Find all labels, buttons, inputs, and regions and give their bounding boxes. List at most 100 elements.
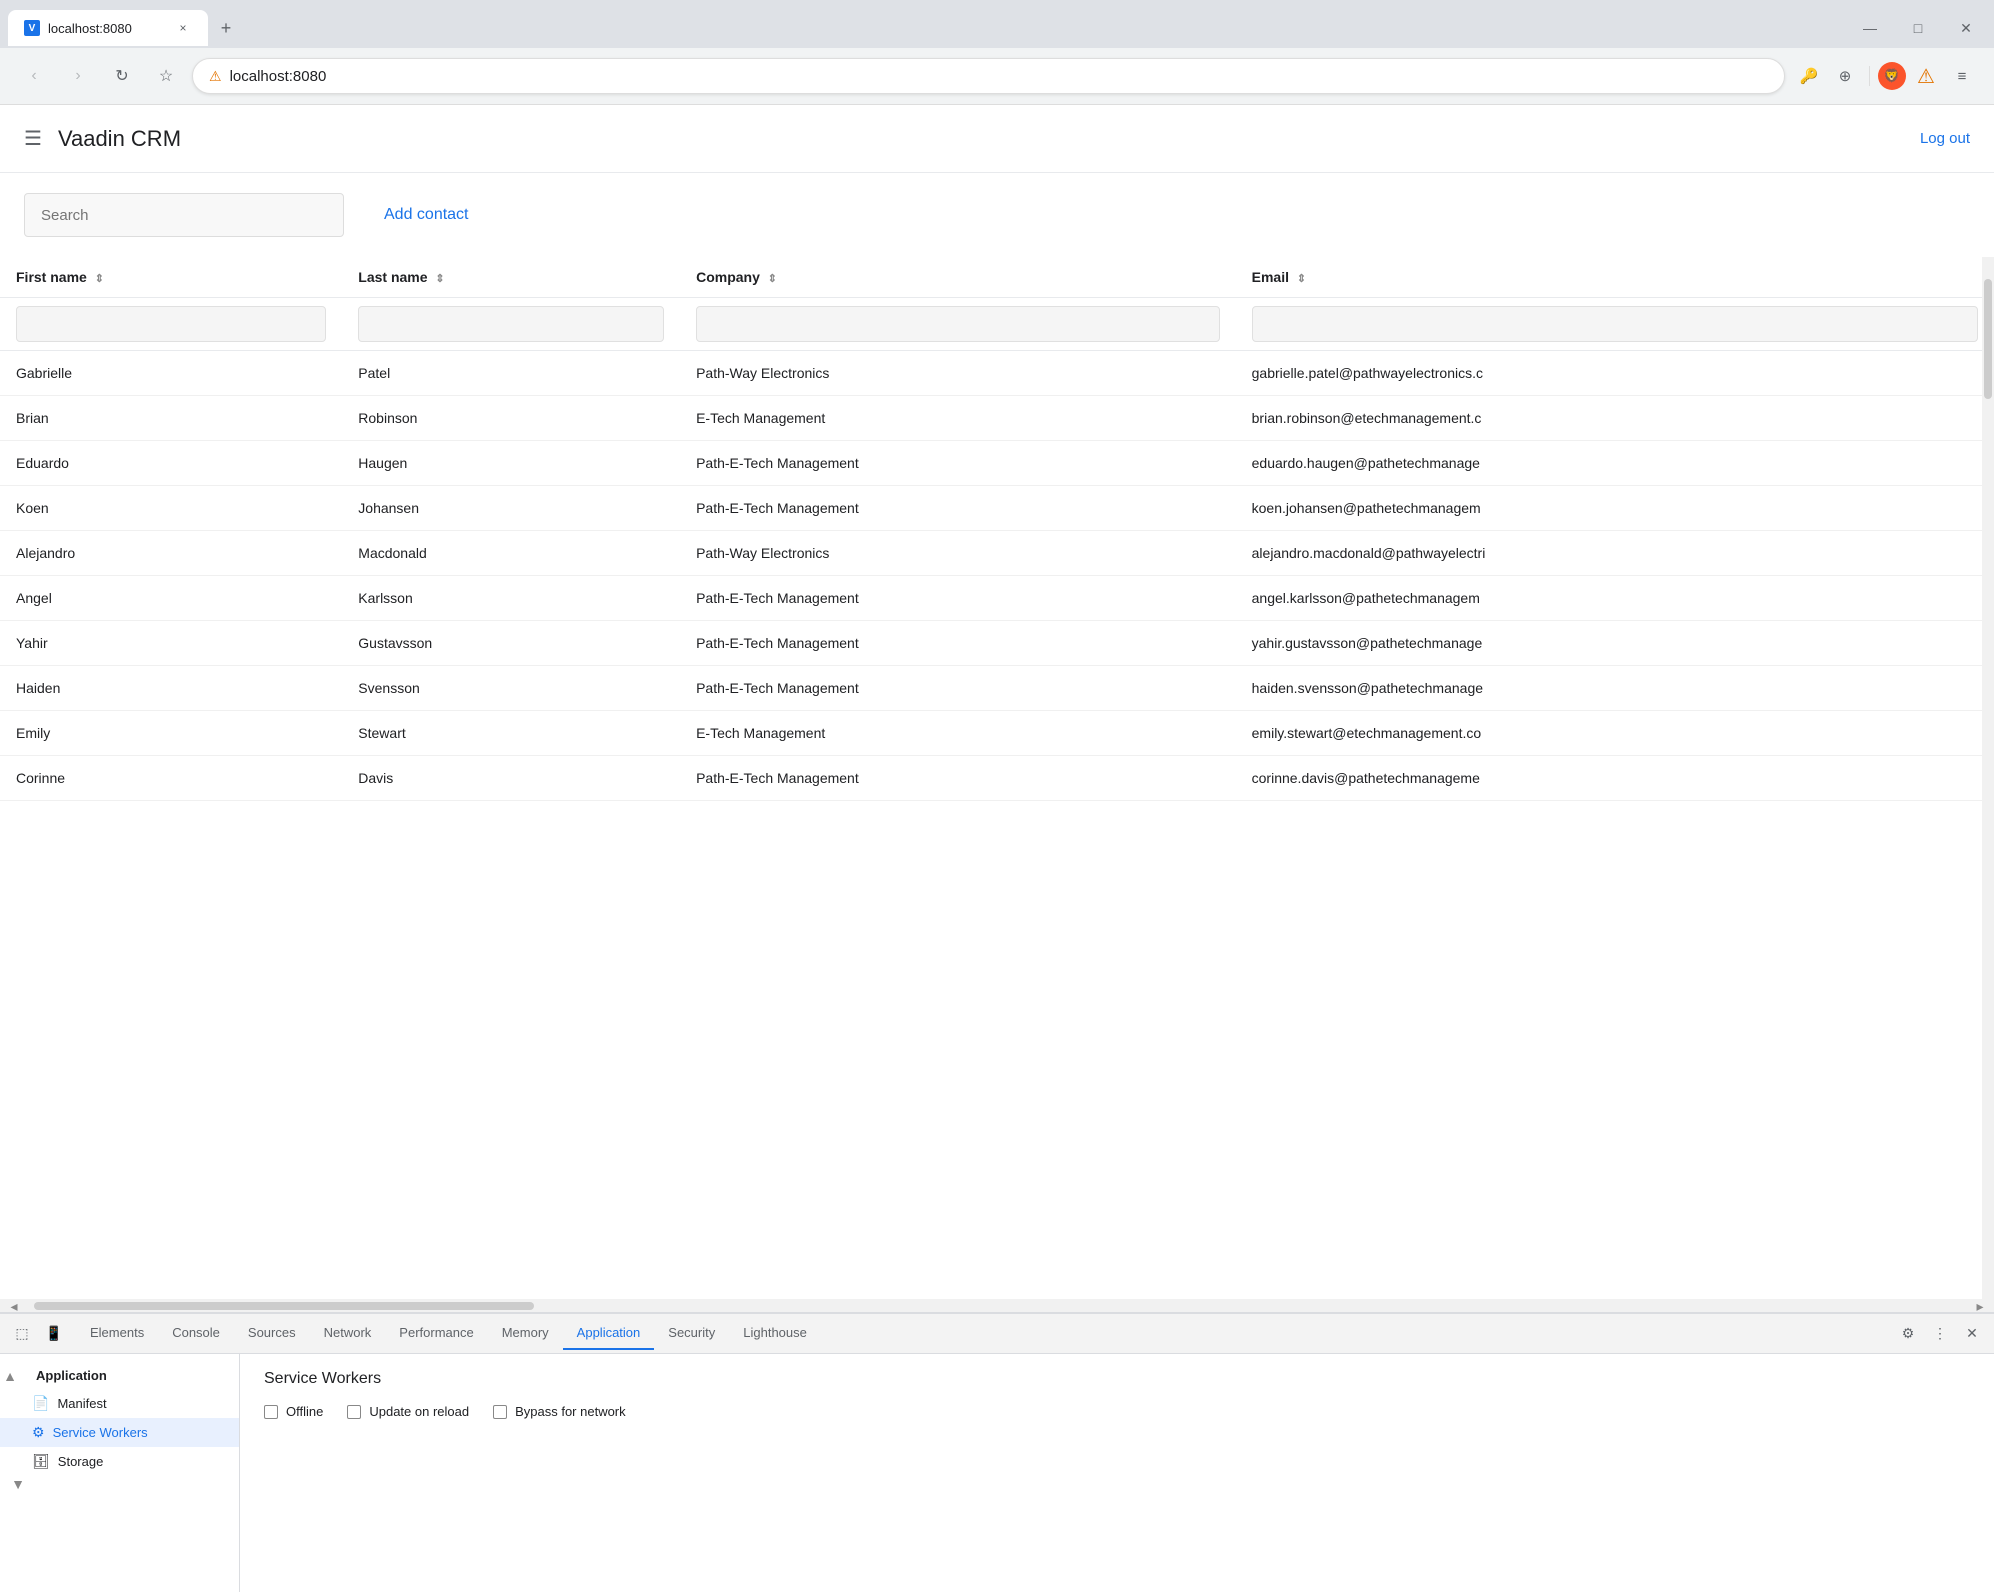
cell-email: eduardo.haugen@pathetechmanage bbox=[1236, 441, 1994, 486]
maximize-button[interactable]: □ bbox=[1898, 8, 1938, 48]
table-filter-row bbox=[0, 298, 1994, 351]
cell-first: Alejandro bbox=[0, 531, 342, 576]
sw-label-update-on-reload: Update on reload bbox=[369, 1404, 469, 1419]
devtools-inspect-icon[interactable]: ⬚ bbox=[8, 1320, 36, 1348]
back-button[interactable]: ‹ bbox=[16, 58, 52, 94]
devtools-tab-performance[interactable]: Performance bbox=[385, 1317, 487, 1350]
sidebar-item-service-workers[interactable]: ⚙Service Workers bbox=[0, 1418, 239, 1447]
cell-first: Corinne bbox=[0, 756, 342, 801]
table-row[interactable]: BrianRobinsonE-Tech Managementbrian.robi… bbox=[0, 396, 1994, 441]
devtools-tab-memory[interactable]: Memory bbox=[488, 1317, 563, 1350]
sw-label-offline: Offline bbox=[286, 1404, 323, 1419]
company-filter[interactable] bbox=[696, 306, 1220, 342]
cell-company: Path-E-Tech Management bbox=[680, 621, 1236, 666]
cell-email: haiden.svensson@pathetechmanage bbox=[1236, 666, 1994, 711]
sidebar-items: 📄Manifest⚙Service Workers🗄Storage bbox=[0, 1389, 239, 1476]
scroll-right-button[interactable]: ▸ bbox=[1970, 1299, 1990, 1313]
table-row[interactable]: HaidenSvenssonPath-E-Tech Managementhaid… bbox=[0, 666, 1994, 711]
table-row[interactable]: EmilyStewartE-Tech Managementemily.stewa… bbox=[0, 711, 1994, 756]
company-sort-icon[interactable]: ⇕ bbox=[768, 273, 777, 285]
active-tab[interactable]: V localhost:8080 × bbox=[8, 10, 208, 46]
cell-company: E-Tech Management bbox=[680, 396, 1236, 441]
service-workers-options: Offline Update on reload Bypass for networ… bbox=[264, 1404, 1970, 1419]
main-content: First name ⇕ Last name ⇕ Company ⇕ Ema bbox=[0, 257, 1994, 1313]
bookmark-button[interactable]: ☆ bbox=[148, 58, 184, 94]
table-row[interactable]: AlejandroMacdonaldPath-Way Electronicsal… bbox=[0, 531, 1994, 576]
forward-button[interactable]: › bbox=[60, 58, 96, 94]
table-row[interactable]: AngelKarlssonPath-E-Tech Managementangel… bbox=[0, 576, 1994, 621]
table-row[interactable]: YahirGustavssonPath-E-Tech Managementyah… bbox=[0, 621, 1994, 666]
logout-button[interactable]: Log out bbox=[1920, 130, 1970, 147]
email-filter[interactable] bbox=[1252, 306, 1978, 342]
first-name-filter[interactable] bbox=[16, 306, 326, 342]
first-name-header[interactable]: First name ⇕ bbox=[0, 257, 342, 298]
company-header[interactable]: Company ⇕ bbox=[680, 257, 1236, 298]
add-icon[interactable]: ⊕ bbox=[1829, 60, 1861, 92]
cell-email: angel.karlsson@pathetechmanagem bbox=[1236, 576, 1994, 621]
table-row[interactable]: EduardoHaugenPath-E-Tech Managementeduar… bbox=[0, 441, 1994, 486]
new-tab-button[interactable]: + bbox=[212, 14, 240, 42]
devtools-device-icon[interactable]: 📱 bbox=[40, 1320, 68, 1348]
last-name-filter[interactable] bbox=[358, 306, 664, 342]
hamburger-menu-icon[interactable]: ☰ bbox=[24, 126, 42, 151]
scroll-left-button[interactable]: ◂ bbox=[4, 1299, 24, 1313]
devtools-settings-icon[interactable]: ⚙ bbox=[1894, 1320, 1922, 1348]
sidebar-item-manifest[interactable]: 📄Manifest bbox=[0, 1389, 239, 1418]
cell-email: corinne.davis@pathetechmanageme bbox=[1236, 756, 1994, 801]
table-row[interactable]: CorinneDavisPath-E-Tech Managementcorinn… bbox=[0, 756, 1994, 801]
cell-last: Macdonald bbox=[342, 531, 680, 576]
first-name-sort-icon[interactable]: ⇕ bbox=[95, 273, 104, 285]
vertical-scrollbar[interactable] bbox=[1982, 257, 1994, 1299]
sidebar-header: ▲ Application bbox=[0, 1362, 239, 1389]
vertical-scrollbar-thumb[interactable] bbox=[1984, 279, 1992, 399]
key-icon[interactable]: 🔑 bbox=[1793, 60, 1825, 92]
cell-first: Gabrielle bbox=[0, 351, 342, 396]
cell-email: emily.stewart@etechmanagement.co bbox=[1236, 711, 1994, 756]
horizontal-scrollbar-thumb[interactable] bbox=[34, 1302, 534, 1310]
devtools-tab-lighthouse[interactable]: Lighthouse bbox=[729, 1317, 821, 1350]
search-input[interactable] bbox=[24, 193, 344, 237]
sidebar-scroll-up[interactable]: ▲ bbox=[0, 1368, 20, 1384]
add-contact-button[interactable]: Add contact bbox=[360, 193, 493, 237]
app-header: ☰ Vaadin CRM Log out bbox=[0, 105, 1994, 173]
email-sort-icon[interactable]: ⇕ bbox=[1297, 273, 1306, 285]
reload-button[interactable]: ↻ bbox=[104, 58, 140, 94]
sw-option-bypass-for-network: Bypass for network bbox=[493, 1404, 626, 1419]
tab-bar: V localhost:8080 × + — □ ✕ bbox=[0, 0, 1994, 48]
sw-checkbox-update-on-reload[interactable] bbox=[347, 1405, 361, 1419]
devtools-tab-console[interactable]: Console bbox=[158, 1317, 234, 1350]
devtools-close-icon[interactable]: ✕ bbox=[1958, 1320, 1986, 1348]
sidebar-section-label: Application bbox=[20, 1362, 123, 1389]
devtools-right-icons: ⚙ ⋮ ✕ bbox=[1894, 1320, 1986, 1348]
warning-icon[interactable]: ⚠ bbox=[1910, 60, 1942, 92]
minimize-button[interactable]: — bbox=[1850, 8, 1890, 48]
last-name-header[interactable]: Last name ⇕ bbox=[342, 257, 680, 298]
table-row[interactable]: GabriellePatelPath-Way Electronicsgabrie… bbox=[0, 351, 1994, 396]
close-button[interactable]: ✕ bbox=[1946, 8, 1986, 48]
sidebar-scroll-down[interactable]: ▼ bbox=[0, 1476, 20, 1492]
tab-close-button[interactable]: × bbox=[174, 19, 192, 37]
devtools-tab-elements[interactable]: Elements bbox=[76, 1317, 158, 1350]
address-bar[interactable]: ⚠ localhost:8080 bbox=[192, 58, 1785, 94]
table-body: GabriellePatelPath-Way Electronicsgabrie… bbox=[0, 351, 1994, 801]
cell-email: yahir.gustavsson@pathetechmanage bbox=[1236, 621, 1994, 666]
sw-checkbox-bypass-for-network[interactable] bbox=[493, 1405, 507, 1419]
sw-checkbox-offline[interactable] bbox=[264, 1405, 278, 1419]
cell-last: Svensson bbox=[342, 666, 680, 711]
horizontal-scrollbar[interactable]: ◂ ▸ bbox=[0, 1299, 1994, 1313]
devtools-sidebar: ▲ Application 📄Manifest⚙Service Workers🗄… bbox=[0, 1354, 240, 1592]
brave-icon[interactable]: 🦁 bbox=[1878, 62, 1906, 90]
table-row[interactable]: KoenJohansenPath-E-Tech Managementkoen.j… bbox=[0, 486, 1994, 531]
email-header[interactable]: Email ⇕ bbox=[1236, 257, 1994, 298]
devtools-more-icon[interactable]: ⋮ bbox=[1926, 1320, 1954, 1348]
devtools-tab-network[interactable]: Network bbox=[310, 1317, 386, 1350]
devtools-tab-sources[interactable]: Sources bbox=[234, 1317, 310, 1350]
sidebar-item-storage[interactable]: 🗄Storage bbox=[0, 1447, 239, 1476]
devtools-body: ▲ Application 📄Manifest⚙Service Workers🗄… bbox=[0, 1354, 1994, 1592]
last-name-sort-icon[interactable]: ⇕ bbox=[435, 273, 444, 285]
app-title: Vaadin CRM bbox=[58, 126, 181, 152]
devtools-tab-security[interactable]: Security bbox=[654, 1317, 729, 1350]
url-text: localhost:8080 bbox=[230, 68, 1768, 85]
devtools-tab-application[interactable]: Application bbox=[563, 1317, 655, 1350]
browser-menu-icon[interactable]: ≡ bbox=[1946, 60, 1978, 92]
